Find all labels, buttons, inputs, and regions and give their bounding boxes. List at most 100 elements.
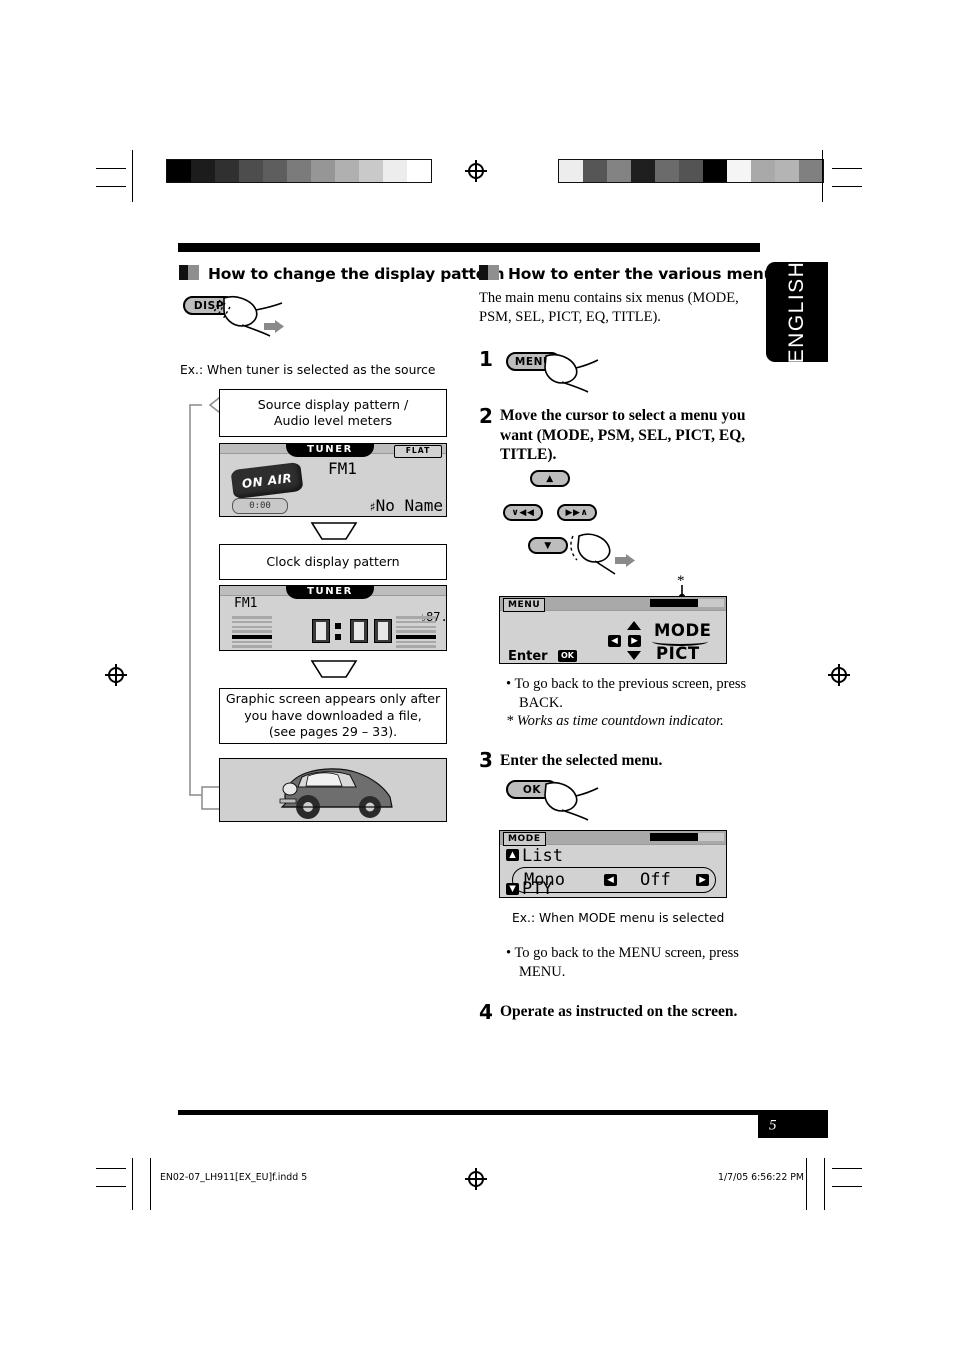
on-air-icon: ON AIR [230, 461, 304, 500]
car-graphic-icon [279, 768, 393, 819]
registration-swatch [703, 160, 727, 182]
registration-swatch [407, 160, 431, 182]
crop-mark-left-horizontal [96, 168, 126, 170]
finger-press-ok-icon [544, 781, 599, 821]
registration-target-top [465, 160, 487, 182]
registration-swatch [799, 160, 823, 182]
heading-marker-icon-2 [479, 265, 499, 280]
elapsed-time-value: 0:00 [232, 498, 288, 514]
right-heading: How to enter the various menus [479, 265, 784, 283]
mode-screen: MODE ▲ List Mono ◀ Off ▶ ▼ PTY [499, 830, 727, 898]
registration-target-right [828, 664, 850, 686]
registration-swatch [191, 160, 215, 182]
registration-swatch [631, 160, 655, 182]
crop-mark-right-vertical [822, 150, 824, 202]
clock-display-screen: TUNER FM1 ♭87.5 MHz [219, 585, 447, 651]
menu-left-key-icon: ◀ [608, 635, 621, 647]
language-tab-label: ENGLISH [785, 260, 808, 364]
footer-crop-left-vertical-2 [150, 1158, 152, 1210]
registration-swatch [751, 160, 775, 182]
footer-timestamp: 1/7/05 6:56:22 PM [718, 1172, 805, 1183]
registration-swatch [679, 160, 703, 182]
menu-item-psm[interactable]: PSM [726, 621, 727, 640]
page-number-label: 5 [769, 1117, 777, 1134]
tuner-display-screen: TUNER FLAT ON AIR 0:00 FM1 ♯No Name ♭ 87… [219, 443, 447, 517]
menu-up-key-icon [627, 621, 641, 630]
footer-crop-right-vertical-2 [824, 1158, 826, 1210]
flow-box-graphic-note: Graphic screen appears only after you hav… [219, 688, 447, 744]
clock-minute-ones-digit [374, 619, 392, 643]
right-intro-text: The main menu contains six menus (MODE, … [479, 290, 739, 325]
finger-press-nav-icon [570, 533, 635, 575]
menu-enter-label: Enter [508, 649, 548, 664]
flow-box-clock-pattern: Clock display pattern [219, 544, 447, 580]
footer-crop-right-vertical [806, 1158, 808, 1210]
nav-right-label: ▶▶∧ [565, 507, 589, 518]
registration-swatch [383, 160, 407, 182]
nav-left-button[interactable]: ∨◀◀ [503, 504, 543, 521]
flow-arrow-2-icon [310, 660, 358, 678]
step-2-note-back: • To go back to the previous screen, pre… [506, 676, 747, 711]
nav-right-button[interactable]: ▶▶∧ [557, 504, 597, 521]
step-3-note-menu: • To go back to the MENU screen, press M… [506, 945, 739, 980]
mode-screen-caption: Ex.: When MODE menu is selected [512, 911, 725, 925]
footer-crop-left-2 [96, 1186, 126, 1188]
registration-swatch [335, 160, 359, 182]
crop-mark-left-vertical [132, 150, 134, 202]
mode-up-key-icon: ▲ [506, 849, 519, 861]
registration-swatch [775, 160, 799, 182]
registration-target-left [105, 664, 127, 686]
registration-swatch [559, 160, 583, 182]
nav-down-button[interactable]: ▼ [528, 537, 568, 554]
mode-setting-value: Off [640, 870, 671, 890]
registration-swatch [607, 160, 631, 182]
registration-swatch [359, 160, 383, 182]
footer-file-name: EN02-07_LH911[EX_EU]f.indd 5 [160, 1172, 308, 1183]
menu-screen-title: MENU [503, 598, 546, 612]
registration-swatch [727, 160, 751, 182]
footer-crop-right-2 [832, 1186, 862, 1188]
flow-box-source-pattern-label: Source display pattern / Audio level mete… [257, 396, 409, 429]
flow-arrow-1-icon [310, 522, 358, 540]
menu-ok-key-icon: OK [558, 650, 577, 662]
finger-press-disp-icon [213, 295, 284, 337]
crop-mark-right-horizontal [832, 168, 862, 170]
footer-crop-right [832, 1168, 862, 1170]
eq-badge-flat: FLAT [394, 445, 442, 458]
clock-band-value: FM1 [234, 596, 258, 611]
registration-swatch [583, 160, 607, 182]
crop-mark-left-horizontal-2 [96, 186, 126, 188]
clock-minute-tens-digit [350, 619, 368, 643]
step-4-text: Operate as instructed on the screen. [500, 1003, 738, 1020]
mode-item-above[interactable]: List [522, 846, 563, 866]
clock-colon-icon [335, 623, 341, 645]
countdown-bar [650, 599, 724, 607]
source-tab-tuner-clock: TUNER [286, 586, 374, 599]
flow-box-source-pattern: Source display pattern / Audio level mete… [219, 389, 447, 437]
mode-down-key-icon: ▼ [506, 883, 519, 895]
registration-swatch [215, 160, 239, 182]
level-meter-right [396, 616, 436, 650]
registration-bar-left [166, 159, 432, 183]
nav-left-label: ∨◀◀ [511, 507, 535, 518]
menu-right-key-icon: ▶ [628, 635, 641, 647]
registration-swatch [287, 160, 311, 182]
menu-screen: MENU ◀ ▶ Enter OK MODE PSM SEL PICT EQ T… [499, 596, 727, 664]
mode-countdown-bar [650, 833, 724, 841]
registration-swatch [311, 160, 335, 182]
mode-item-below[interactable]: PTY [522, 879, 553, 897]
step-2-number: 2 [479, 404, 493, 428]
registration-target-bottom [465, 1168, 487, 1190]
step-1-number: 1 [479, 347, 493, 371]
mode-prev-key-icon: ◀ [604, 874, 617, 886]
mode-screen-title: MODE [503, 832, 546, 846]
registration-swatch [239, 160, 263, 182]
nav-up-button[interactable]: ▲ [530, 470, 570, 487]
nav-up-label: ▲ [546, 473, 554, 484]
mode-next-key-icon: ▶ [696, 874, 709, 886]
level-meter-left [232, 616, 272, 650]
step-4-number: 4 [479, 1000, 493, 1024]
registration-swatch [167, 160, 191, 182]
menu-item-pict[interactable]: PICT [656, 644, 700, 663]
flow-box-graphic-note-label: Graphic screen appears only after you hav… [225, 691, 441, 740]
